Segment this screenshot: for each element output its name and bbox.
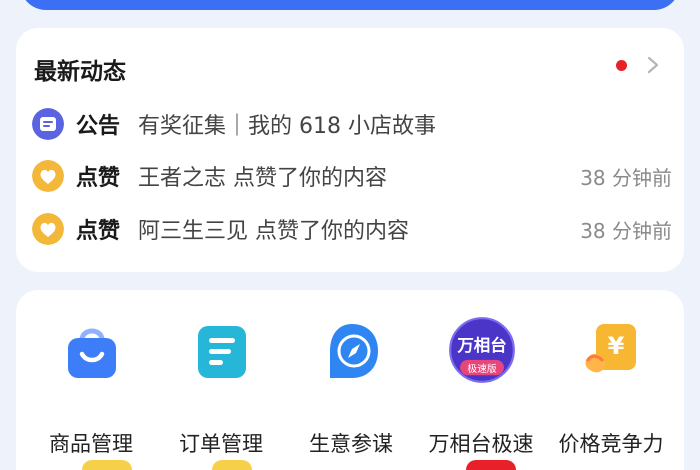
next-row-icon-peek[interactable] — [212, 460, 252, 470]
order-list-icon — [198, 326, 246, 378]
tool-wanxiangtai-express[interactable]: 万相台 极速版 万相台极速 — [416, 316, 546, 456]
activity-title: 最新动态 — [34, 59, 126, 85]
wanxiangtai-icon-text: 万相台 — [456, 336, 506, 355]
shopping-bag-icon — [68, 328, 116, 378]
merchant-home-page: 最新动态 公告 有奖征集｜我的 618 小店故事 点赞 王者之志 点赞了你的内容… — [0, 0, 700, 470]
next-row-icon-peek[interactable] — [82, 460, 132, 470]
heart-icon — [32, 160, 64, 192]
tool-label: 生意参谋 — [309, 432, 393, 456]
next-row-icon-peek[interactable] — [466, 460, 516, 470]
activity-item-like-1[interactable]: 点赞 王者之志 点赞了你的内容 38 分钟前 — [32, 158, 672, 192]
tool-price-competitiveness[interactable]: ¥ 价格竞争力 — [546, 316, 676, 456]
activity-tag: 点赞 — [76, 166, 121, 191]
unread-dot — [616, 60, 627, 71]
price-tag-icon: ¥ — [585, 324, 636, 373]
tool-business-advisor[interactable]: 生意参谋 — [286, 316, 416, 456]
tool-product-management[interactable]: 商品管理 — [26, 316, 156, 456]
tool-label: 订单管理 — [179, 432, 263, 456]
price-tag-icon-text: ¥ — [608, 332, 625, 360]
tool-label: 万相台极速 — [428, 432, 534, 456]
chevron-right-icon[interactable] — [642, 53, 664, 77]
activity-tag: 点赞 — [76, 219, 121, 244]
top-banner[interactable] — [20, 0, 680, 10]
activity-item-like-2[interactable]: 点赞 阿三生三见 点赞了你的内容 38 分钟前 — [32, 211, 672, 245]
announcement-icon — [32, 108, 64, 140]
activity-text: 王者之志 点赞了你的内容 — [138, 166, 387, 191]
compass-icon — [330, 324, 378, 378]
activity-item-announcement[interactable]: 公告 有奖征集｜我的 618 小店故事 — [32, 106, 672, 140]
activity-card: 最新动态 公告 有奖征集｜我的 618 小店故事 点赞 王者之志 点赞了你的内容… — [16, 28, 684, 272]
wanxiangtai-icon: 万相台 极速版 — [449, 317, 515, 383]
activity-time: 38 分钟前 — [580, 219, 672, 243]
tools-card: 商品管理 订单管理 生意参谋 万相台 极速版 万相台极速 ¥ 价格竞争力 — [16, 290, 684, 470]
tool-order-management[interactable]: 订单管理 — [156, 316, 286, 456]
activity-text: 阿三生三见 点赞了你的内容 — [138, 219, 409, 244]
tool-label: 商品管理 — [49, 432, 133, 456]
activity-tag: 公告 — [76, 114, 121, 139]
activity-time: 38 分钟前 — [580, 166, 672, 190]
wanxiangtai-icon-badge: 极速版 — [467, 362, 497, 375]
activity-text: 有奖征集｜我的 618 小店故事 — [138, 114, 436, 139]
tool-label: 价格竞争力 — [558, 432, 664, 456]
heart-icon — [32, 213, 64, 245]
